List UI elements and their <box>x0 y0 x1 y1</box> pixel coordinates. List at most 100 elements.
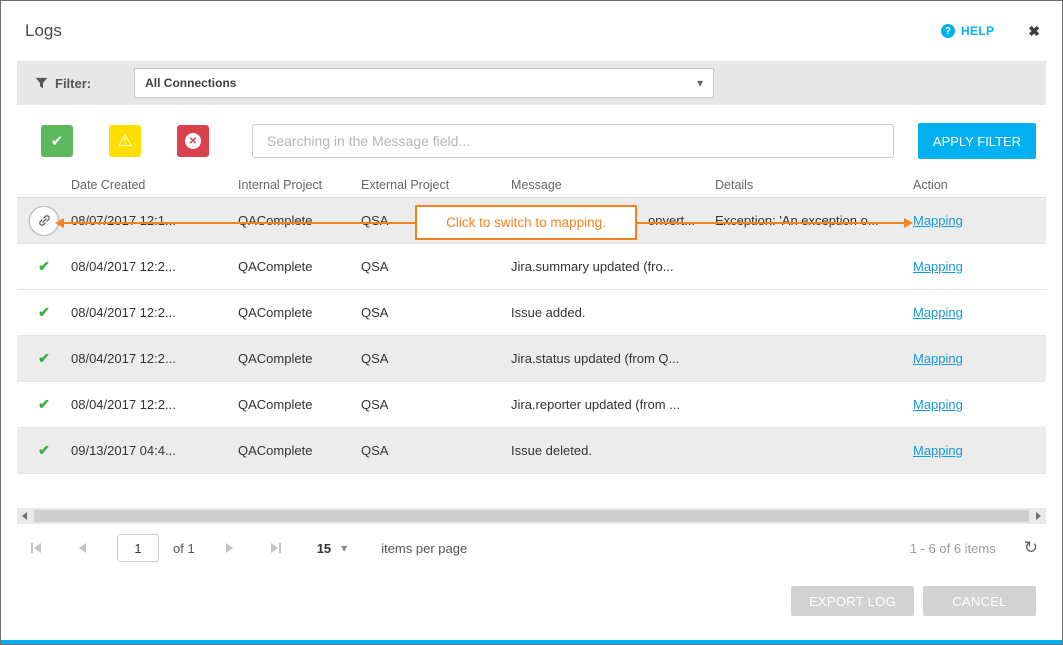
success-status-icon: ✔ <box>38 396 50 413</box>
column-header-details[interactable]: Details <box>715 178 913 192</box>
cell-date: 08/04/2017 12:2... <box>71 351 238 366</box>
filter-error-button[interactable]: ✕ <box>177 125 209 157</box>
cell-action: Mapping <box>913 397 1046 412</box>
help-link[interactable]: ? HELP <box>941 24 994 38</box>
chevron-down-icon: ▾ <box>697 76 703 90</box>
pager: of 1 15 ▾ items per page 1 - 6 of 6 item… <box>1 524 1062 572</box>
scroll-left-arrow-icon[interactable] <box>22 512 27 520</box>
page-number-input[interactable] <box>117 534 159 562</box>
mapping-link[interactable]: Mapping <box>913 305 963 320</box>
horizontal-scrollbar[interactable] <box>17 508 1046 524</box>
next-page-button[interactable] <box>219 537 241 559</box>
annotation-arrow-left-icon <box>55 218 64 228</box>
success-status-icon: ✔ <box>38 442 50 459</box>
cell-action: Mapping <box>913 259 1046 274</box>
row-status-cell: ✔ <box>17 350 71 367</box>
mapping-link[interactable]: Mapping <box>913 213 963 228</box>
column-header-external-project[interactable]: External Project <box>361 178 511 192</box>
footer: EXPORT LOG CANCEL <box>1 586 1062 616</box>
cell-external-project: QSA <box>361 443 511 458</box>
cell-date: 08/04/2017 12:2... <box>71 397 238 412</box>
warning-icon: ⚠ <box>117 131 132 151</box>
items-per-page-label: items per page <box>381 541 467 556</box>
page-title: Logs <box>25 21 62 41</box>
titlebar-actions: ? HELP ✖ <box>941 23 1040 40</box>
filter-success-button[interactable]: ✔ <box>41 125 73 157</box>
refresh-icon[interactable]: ↻ <box>1024 538 1038 558</box>
close-icon[interactable]: ✖ <box>1028 23 1040 40</box>
table-row[interactable]: ✔ 08/04/2017 12:2... QAComplete QSA Jira… <box>17 244 1046 290</box>
filter-label: Filter: <box>55 76 91 91</box>
column-header-internal-project[interactable]: Internal Project <box>238 178 361 192</box>
cell-message: Jira.summary updated (fro... <box>511 259 715 274</box>
row-status-cell: ✔ <box>17 396 71 413</box>
filter-bar: Filter: All Connections ▾ <box>17 61 1046 105</box>
logs-dialog: Logs ? HELP ✖ Filter: All Connections ▾ … <box>0 0 1063 645</box>
search-input[interactable] <box>252 124 894 158</box>
cancel-button[interactable]: CANCEL <box>923 586 1036 616</box>
items-range-label: 1 - 6 of 6 items <box>910 541 996 556</box>
column-header-date-created[interactable]: Date Created <box>71 178 238 192</box>
cell-message: Issue deleted. <box>511 443 715 458</box>
cell-action: Mapping <box>913 443 1046 458</box>
cell-date: 08/04/2017 12:2... <box>71 305 238 320</box>
row-status-cell: ✔ <box>17 304 71 321</box>
mapping-link[interactable]: Mapping <box>913 397 963 412</box>
cell-details: Exception: 'An exception o... <box>715 213 913 228</box>
annotation-arrow-right-icon <box>904 218 913 228</box>
help-label: HELP <box>961 24 994 38</box>
cell-message: Jira.reporter updated (from ... <box>511 397 715 412</box>
mapping-link[interactable]: Mapping <box>913 443 963 458</box>
annotation-text: Click to switch to mapping. <box>446 215 606 230</box>
filter-funnel-icon <box>35 77 48 90</box>
scroll-right-arrow-icon[interactable] <box>1036 512 1041 520</box>
pager-right: 1 - 6 of 6 items ↻ <box>910 538 1038 558</box>
export-log-button[interactable]: EXPORT LOG <box>791 586 914 616</box>
success-status-icon: ✔ <box>38 258 50 275</box>
table-row[interactable]: ✔ 09/13/2017 04:4... QAComplete QSA Issu… <box>17 428 1046 474</box>
table-row[interactable]: ✔ 08/04/2017 12:2... QAComplete QSA Jira… <box>17 382 1046 428</box>
annotation-callout: Click to switch to mapping. <box>415 205 637 240</box>
success-status-icon: ✔ <box>38 304 50 321</box>
previous-page-button[interactable] <box>71 537 93 559</box>
mapping-link[interactable]: Mapping <box>913 351 963 366</box>
page-size-dropdown[interactable]: 15 ▾ <box>317 541 348 556</box>
cell-internal-project: QAComplete <box>238 305 361 320</box>
cell-external-project: QSA <box>361 397 511 412</box>
annotation-arrow-right-line <box>637 222 904 224</box>
mapping-link[interactable]: Mapping <box>913 259 963 274</box>
toolbar: ✔ ⚠ ✕ APPLY FILTER <box>1 123 1062 159</box>
connections-dropdown[interactable]: All Connections ▾ <box>134 68 714 98</box>
table-empty-area <box>17 474 1046 508</box>
cell-external-project: QSA <box>361 259 511 274</box>
cell-internal-project: QAComplete <box>238 443 361 458</box>
apply-filter-button[interactable]: APPLY FILTER <box>918 123 1036 159</box>
column-header-action[interactable]: Action <box>913 178 1046 192</box>
table-row[interactable]: ✔ 08/04/2017 12:2... QAComplete QSA Jira… <box>17 336 1046 382</box>
column-header-message[interactable]: Message <box>511 178 715 192</box>
title-bar: Logs ? HELP ✖ <box>1 1 1062 61</box>
page-size-value: 15 <box>317 541 331 556</box>
cell-date: 09/13/2017 04:4... <box>71 443 238 458</box>
last-page-button[interactable] <box>265 537 287 559</box>
scrollbar-thumb[interactable] <box>34 510 1029 522</box>
connections-dropdown-value: All Connections <box>145 76 236 90</box>
table-row[interactable]: ✔ 08/04/2017 12:2... QAComplete QSA Issu… <box>17 290 1046 336</box>
row-status-cell: ✔ <box>17 442 71 459</box>
bottom-accent-strip <box>1 640 1062 644</box>
cell-external-project: QSA <box>361 305 511 320</box>
cell-date: 08/07/2017 12:1... <box>71 213 238 228</box>
cell-action: Mapping <box>913 351 1046 366</box>
cell-message: Issue added. <box>511 305 715 320</box>
page-of-label: of 1 <box>173 541 195 556</box>
row-status-cell: ✔ <box>17 258 71 275</box>
cell-internal-project: QAComplete <box>238 213 361 228</box>
cell-external-project: QSA <box>361 351 511 366</box>
cell-action: Mapping <box>913 213 1046 228</box>
first-page-button[interactable] <box>25 537 47 559</box>
cell-internal-project: QAComplete <box>238 259 361 274</box>
cell-internal-project: QAComplete <box>238 397 361 412</box>
help-icon: ? <box>941 24 955 38</box>
filter-warning-button[interactable]: ⚠ <box>109 125 141 157</box>
cell-internal-project: QAComplete <box>238 351 361 366</box>
